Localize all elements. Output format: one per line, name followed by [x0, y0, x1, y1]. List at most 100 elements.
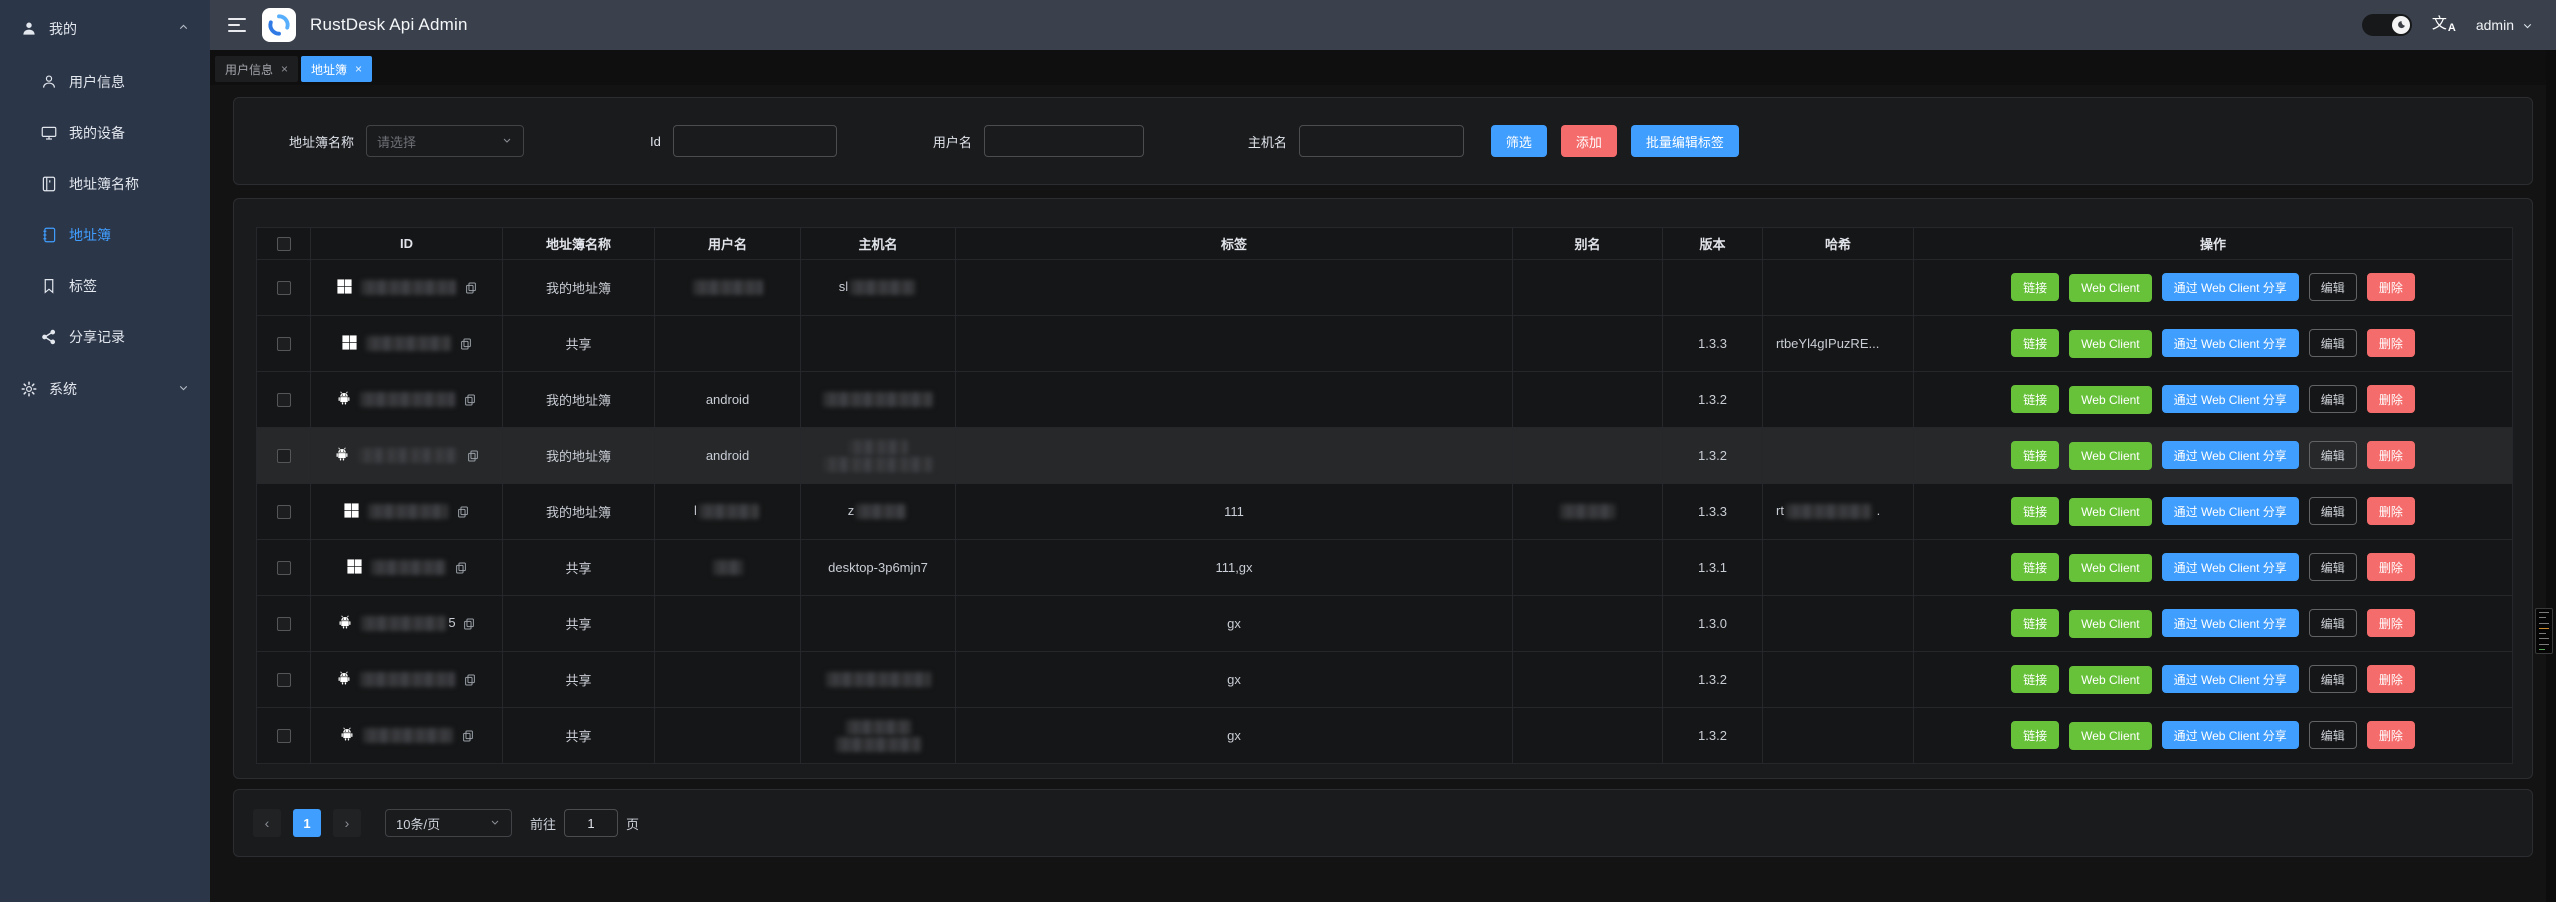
- tab-user-info[interactable]: 用户信息 ×: [215, 56, 298, 82]
- action-share-web-client-button[interactable]: 通过 Web Client 分享: [2162, 553, 2299, 581]
- action-link-button[interactable]: 链接: [2011, 385, 2059, 413]
- copy-icon[interactable]: [462, 617, 476, 631]
- user-menu[interactable]: admin: [2476, 17, 2534, 33]
- action-edit-button[interactable]: 编辑: [2309, 721, 2357, 749]
- next-page-button[interactable]: ›: [333, 809, 361, 837]
- action-delete-button[interactable]: 删除: [2367, 441, 2415, 469]
- action-edit-button[interactable]: 编辑: [2309, 497, 2357, 525]
- action-share-web-client-button[interactable]: 通过 Web Client 分享: [2162, 665, 2299, 693]
- action-web-client-button[interactable]: Web Client: [2069, 722, 2151, 750]
- action-web-client-button[interactable]: Web Client: [2069, 442, 2151, 470]
- row-checkbox[interactable]: [277, 449, 291, 463]
- action-web-client-button[interactable]: Web Client: [2069, 274, 2151, 302]
- action-delete-button[interactable]: 删除: [2367, 385, 2415, 413]
- id-input[interactable]: [673, 125, 837, 157]
- action-link-button[interactable]: 链接: [2011, 553, 2059, 581]
- addressbook-name-select[interactable]: 请选择: [366, 125, 524, 157]
- batch-edit-tags-button[interactable]: 批量编辑标签: [1631, 125, 1739, 157]
- sidebar-item-addressbook-names[interactable]: 地址簿名称: [0, 158, 210, 209]
- select-all-checkbox[interactable]: [277, 237, 291, 251]
- sidebar-item-my-devices[interactable]: 我的设备: [0, 107, 210, 158]
- row-checkbox[interactable]: [277, 393, 291, 407]
- close-icon[interactable]: ×: [281, 63, 288, 75]
- action-share-web-client-button[interactable]: 通过 Web Client 分享: [2162, 609, 2299, 637]
- action-link-button[interactable]: 链接: [2011, 273, 2059, 301]
- hostname-input[interactable]: [1299, 125, 1464, 157]
- copy-icon[interactable]: [456, 505, 470, 519]
- row-checkbox[interactable]: [277, 673, 291, 687]
- sidebar-item-share-records[interactable]: 分享记录: [0, 311, 210, 362]
- action-delete-button[interactable]: 删除: [2367, 721, 2415, 749]
- action-delete-button[interactable]: 删除: [2367, 497, 2415, 525]
- action-web-client-button[interactable]: Web Client: [2069, 554, 2151, 582]
- row-checkbox[interactable]: [277, 337, 291, 351]
- action-share-web-client-button[interactable]: 通过 Web Client 分享: [2162, 441, 2299, 469]
- sidebar-item-user-info[interactable]: 用户信息: [0, 56, 210, 107]
- row-checkbox[interactable]: [277, 617, 291, 631]
- action-share-web-client-button[interactable]: 通过 Web Client 分享: [2162, 385, 2299, 413]
- copy-icon[interactable]: [463, 673, 477, 687]
- copy-icon[interactable]: [466, 449, 480, 463]
- copy-icon: [463, 393, 477, 407]
- action-edit-button[interactable]: 编辑: [2309, 329, 2357, 357]
- dark-mode-toggle[interactable]: [2362, 14, 2412, 36]
- copy-icon[interactable]: [459, 337, 473, 351]
- page-number-1[interactable]: 1: [293, 809, 321, 837]
- action-share-web-client-button[interactable]: 通过 Web Client 分享: [2162, 329, 2299, 357]
- tab-addressbook[interactable]: 地址簿 ×: [301, 56, 372, 82]
- sidebar-group-system[interactable]: 系统: [0, 362, 210, 416]
- action-edit-button[interactable]: 编辑: [2309, 441, 2357, 469]
- sidebar-item-addressbook[interactable]: 地址簿: [0, 209, 210, 260]
- action-link-button[interactable]: 链接: [2011, 609, 2059, 637]
- username-input[interactable]: [984, 125, 1144, 157]
- filter-button[interactable]: 筛选: [1491, 125, 1547, 157]
- action-link-button[interactable]: 链接: [2011, 441, 2059, 469]
- add-button[interactable]: 添加: [1561, 125, 1617, 157]
- action-edit-button[interactable]: 编辑: [2309, 273, 2357, 301]
- action-delete-button[interactable]: 删除: [2367, 273, 2415, 301]
- sidebar-item-tags[interactable]: 标签: [0, 260, 210, 311]
- action-link-button[interactable]: 链接: [2011, 665, 2059, 693]
- copy-icon[interactable]: [464, 281, 478, 295]
- os-icon: [341, 334, 358, 354]
- page-size-select[interactable]: 10条/页: [385, 809, 512, 837]
- action-web-client-button[interactable]: Web Client: [2069, 666, 2151, 694]
- action-web-client-button[interactable]: Web Client: [2069, 386, 2151, 414]
- action-edit-button[interactable]: 编辑: [2309, 385, 2357, 413]
- redacted-text: [713, 560, 743, 575]
- copy-icon[interactable]: [463, 393, 477, 407]
- action-edit-button[interactable]: 编辑: [2309, 553, 2357, 581]
- scrollbar-track[interactable]: [2546, 50, 2556, 902]
- action-delete-button[interactable]: 删除: [2367, 609, 2415, 637]
- close-icon[interactable]: ×: [355, 63, 362, 75]
- copy-icon[interactable]: [461, 729, 475, 743]
- goto-page-input[interactable]: [564, 809, 618, 837]
- action-web-client-button[interactable]: Web Client: [2069, 498, 2151, 526]
- row-checkbox[interactable]: [277, 729, 291, 743]
- action-share-web-client-button[interactable]: 通过 Web Client 分享: [2162, 273, 2299, 301]
- action-link-button[interactable]: 链接: [2011, 329, 2059, 357]
- scrollbar-thumb[interactable]: [2535, 608, 2553, 654]
- action-link-button[interactable]: 链接: [2011, 721, 2059, 749]
- copy-icon[interactable]: [454, 561, 468, 575]
- row-checkbox[interactable]: [277, 281, 291, 295]
- row-checkbox[interactable]: [277, 561, 291, 575]
- action-edit-button[interactable]: 编辑: [2309, 609, 2357, 637]
- action-delete-button[interactable]: 删除: [2367, 665, 2415, 693]
- language-icon[interactable]: 文A: [2432, 16, 2456, 34]
- action-link-button[interactable]: 链接: [2011, 497, 2059, 525]
- action-web-client-button[interactable]: Web Client: [2069, 610, 2151, 638]
- hostname-cell: [801, 652, 956, 708]
- prev-page-button[interactable]: ‹: [253, 809, 281, 837]
- copy-icon: [464, 281, 478, 295]
- action-share-web-client-button[interactable]: 通过 Web Client 分享: [2162, 497, 2299, 525]
- chevron-down-icon: [501, 134, 513, 149]
- action-delete-button[interactable]: 删除: [2367, 553, 2415, 581]
- action-share-web-client-button[interactable]: 通过 Web Client 分享: [2162, 721, 2299, 749]
- sidebar-group-mine[interactable]: 我的: [0, 2, 210, 56]
- action-web-client-button[interactable]: Web Client: [2069, 330, 2151, 358]
- action-delete-button[interactable]: 删除: [2367, 329, 2415, 357]
- row-checkbox[interactable]: [277, 505, 291, 519]
- collapse-menu-icon[interactable]: [228, 18, 248, 32]
- action-edit-button[interactable]: 编辑: [2309, 665, 2357, 693]
